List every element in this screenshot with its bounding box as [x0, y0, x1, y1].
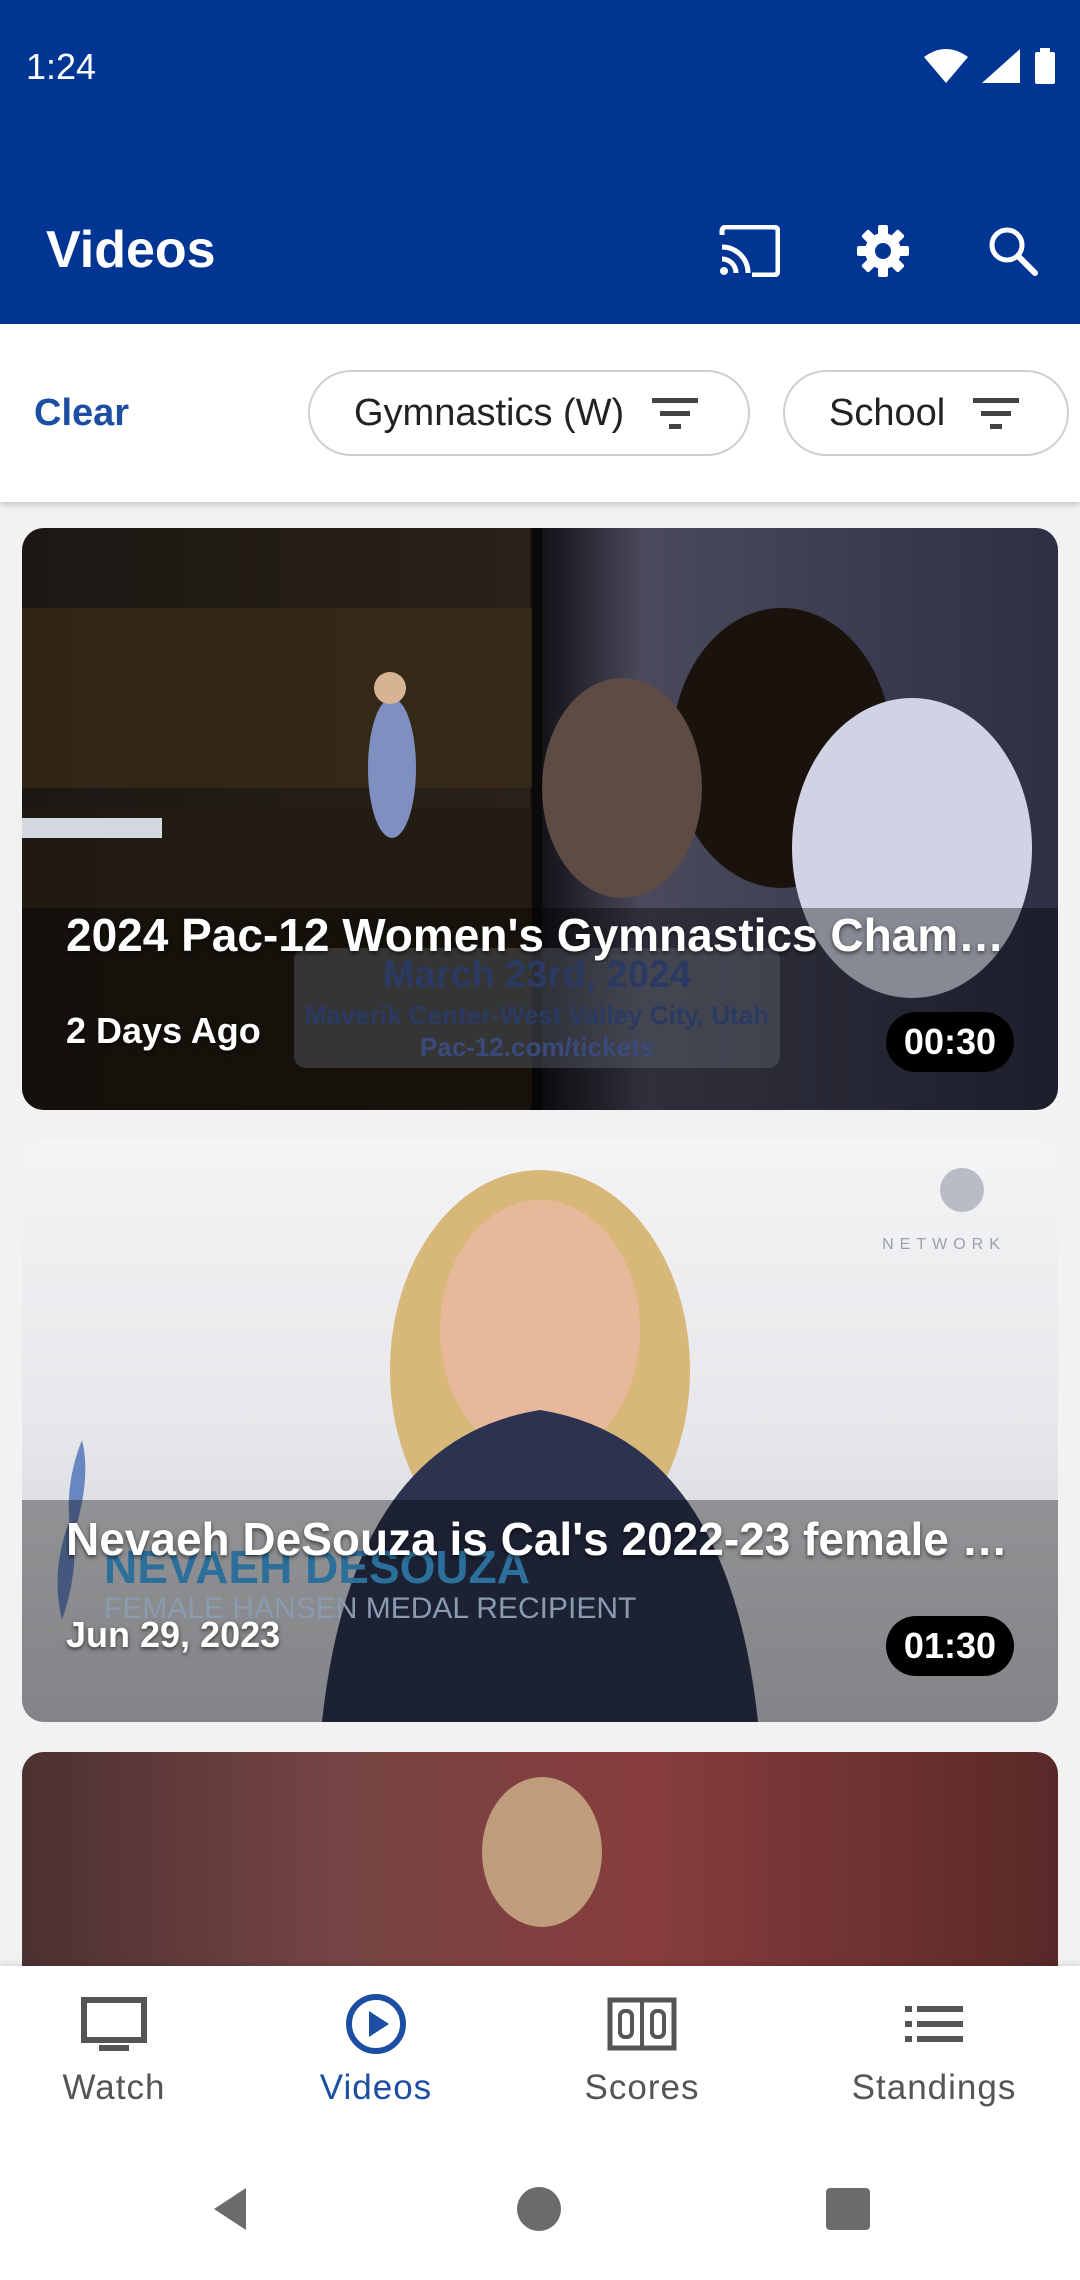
nav-tab-label: Videos	[319, 2068, 433, 2107]
search-icon[interactable]	[980, 218, 1046, 284]
wifi-icon	[924, 49, 968, 83]
video-card[interactable]: March 23rd, 2024 Maverik Center-West Val…	[22, 528, 1058, 1110]
video-duration-badge: 00:30	[885, 1012, 1014, 1072]
recents-icon[interactable]	[826, 2188, 870, 2230]
app-bar: Videos	[0, 140, 1080, 324]
filter-chip-school[interactable]: School	[783, 370, 1069, 456]
signal-icon	[982, 49, 1020, 83]
nav-tab-watch[interactable]: Watch	[34, 1966, 194, 2136]
nav-tab-standings[interactable]: Standings	[834, 1966, 1034, 2136]
video-card[interactable]	[22, 1752, 1058, 1966]
back-icon[interactable]	[210, 2186, 250, 2232]
filter-icon	[652, 398, 699, 429]
home-icon[interactable]	[516, 2186, 562, 2232]
video-date: 2 Days Ago	[66, 1010, 261, 1051]
thumbnail-overlay-venue: Maverik Center-West Valley City, Utah	[304, 1000, 770, 1030]
clear-filters-button[interactable]: Clear	[34, 392, 129, 435]
network-watermark: NETWORK	[882, 1236, 1006, 1253]
gear-icon[interactable]	[850, 218, 916, 284]
system-navigation-bar	[0, 2136, 1080, 2280]
video-card[interactable]: NETWORK NEVAEH DESOUZA FEMALE HANSEN MED…	[22, 1140, 1058, 1722]
page-title: Videos	[46, 221, 216, 279]
bottom-navigation: Watch Videos Scores Standings	[0, 1966, 1080, 2136]
cast-icon[interactable]	[716, 218, 782, 284]
nav-tab-scores[interactable]: Scores	[562, 1966, 722, 2136]
video-duration-badge: 01:30	[885, 1616, 1014, 1676]
list-icon	[905, 2006, 963, 2042]
nav-tab-label: Scores	[584, 2068, 700, 2107]
filter-bar: Clear Gymnastics (W) School	[0, 324, 1080, 502]
filter-chip-sport[interactable]: Gymnastics (W)	[308, 370, 750, 456]
filter-chip-label: School	[829, 391, 946, 434]
video-title: 2024 Pac-12 Women's Gymnastics Cham…	[66, 909, 1005, 961]
filter-chip-label: Gymnastics (W)	[354, 391, 625, 434]
nav-tab-label: Watch	[62, 2068, 166, 2107]
status-time: 1:24	[26, 46, 97, 87]
nav-tab-label: Standings	[851, 2068, 1017, 2107]
video-thumbnail	[22, 1752, 1058, 1966]
video-title: Nevaeh DeSouza is Cal's 2022-23 female …	[66, 1513, 1008, 1565]
play-circle-icon	[346, 1994, 406, 2054]
thumbnail-overlay-url: Pac-12.com/tickets	[419, 1032, 655, 1062]
nav-tab-videos[interactable]: Videos	[296, 1966, 456, 2136]
video-date: Jun 29, 2023	[66, 1614, 281, 1655]
video-list: March 23rd, 2024 Maverik Center-West Val…	[0, 502, 1080, 1966]
scoreboard-icon	[607, 1997, 677, 2051]
tv-icon	[81, 1997, 147, 2051]
battery-icon	[1035, 48, 1055, 84]
status-bar: 1:24	[0, 0, 1080, 140]
filter-icon	[973, 398, 1020, 429]
